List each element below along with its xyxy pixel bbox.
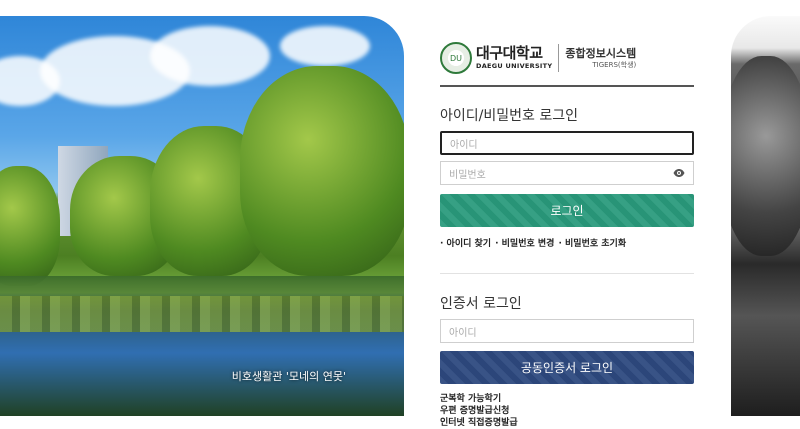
military-return-link[interactable]: 군복학 가능학기 xyxy=(440,393,694,405)
find-id-link[interactable]: · 아이디 찾기 xyxy=(440,236,491,249)
reset-password-link[interactable]: · 비밀번호 초기화 xyxy=(558,236,626,249)
system-name: 종합정보시스템 xyxy=(565,46,637,60)
internet-certificate-link[interactable]: 인터넷 직접증명발급 xyxy=(440,417,694,429)
login-button[interactable]: 로그인 xyxy=(440,194,694,227)
campus-photo-left: 비호생활관 '모네의 연못' xyxy=(0,16,404,416)
cert-id-input-placeholder: 아이디 xyxy=(449,327,477,339)
bottom-links: 군복학 가능학기 우편 증명발급신청 인터넷 직접증명발급 xyxy=(440,393,694,429)
campus-photo-right xyxy=(731,16,800,416)
login-panel: DU 대구대학교 DAEGU UNIVERSITY 종합정보시스템 TIGERS… xyxy=(440,38,694,429)
account-links: · 아이디 찾기 · 비밀번호 변경 · 비밀번호 초기화 xyxy=(440,236,694,249)
cert-id-input[interactable]: 아이디 xyxy=(440,319,694,343)
university-name-en: DAEGU UNIVERSITY xyxy=(476,62,553,71)
university-name: 대구대학교 xyxy=(476,44,543,63)
header-rule xyxy=(440,85,694,87)
university-emblem-icon: DU xyxy=(440,42,472,74)
system-subtitle: TIGERS(학생) xyxy=(592,60,637,69)
eye-icon[interactable] xyxy=(673,167,685,179)
section-divider xyxy=(440,273,694,274)
id-login-title: 아이디/비밀번호 로그인 xyxy=(440,108,578,124)
university-logo[interactable]: DU 대구대학교 DAEGU UNIVERSITY 종합정보시스템 TIGERS… xyxy=(440,38,694,78)
id-input[interactable]: 아이디 xyxy=(440,131,694,155)
change-password-link[interactable]: · 비밀번호 변경 xyxy=(495,236,554,249)
id-input-placeholder: 아이디 xyxy=(450,139,478,151)
password-input-placeholder: 비밀번호 xyxy=(449,169,486,181)
cert-login-title: 인증서 로그인 xyxy=(440,296,522,312)
postal-certificate-link[interactable]: 우편 증명발급신청 xyxy=(440,405,694,417)
certificate-login-button[interactable]: 공동인증서 로그인 xyxy=(440,351,694,384)
logo-divider xyxy=(558,44,560,72)
password-input[interactable]: 비밀번호 xyxy=(440,161,694,185)
photo-caption: 비호생활관 '모네의 연못' xyxy=(231,370,346,383)
